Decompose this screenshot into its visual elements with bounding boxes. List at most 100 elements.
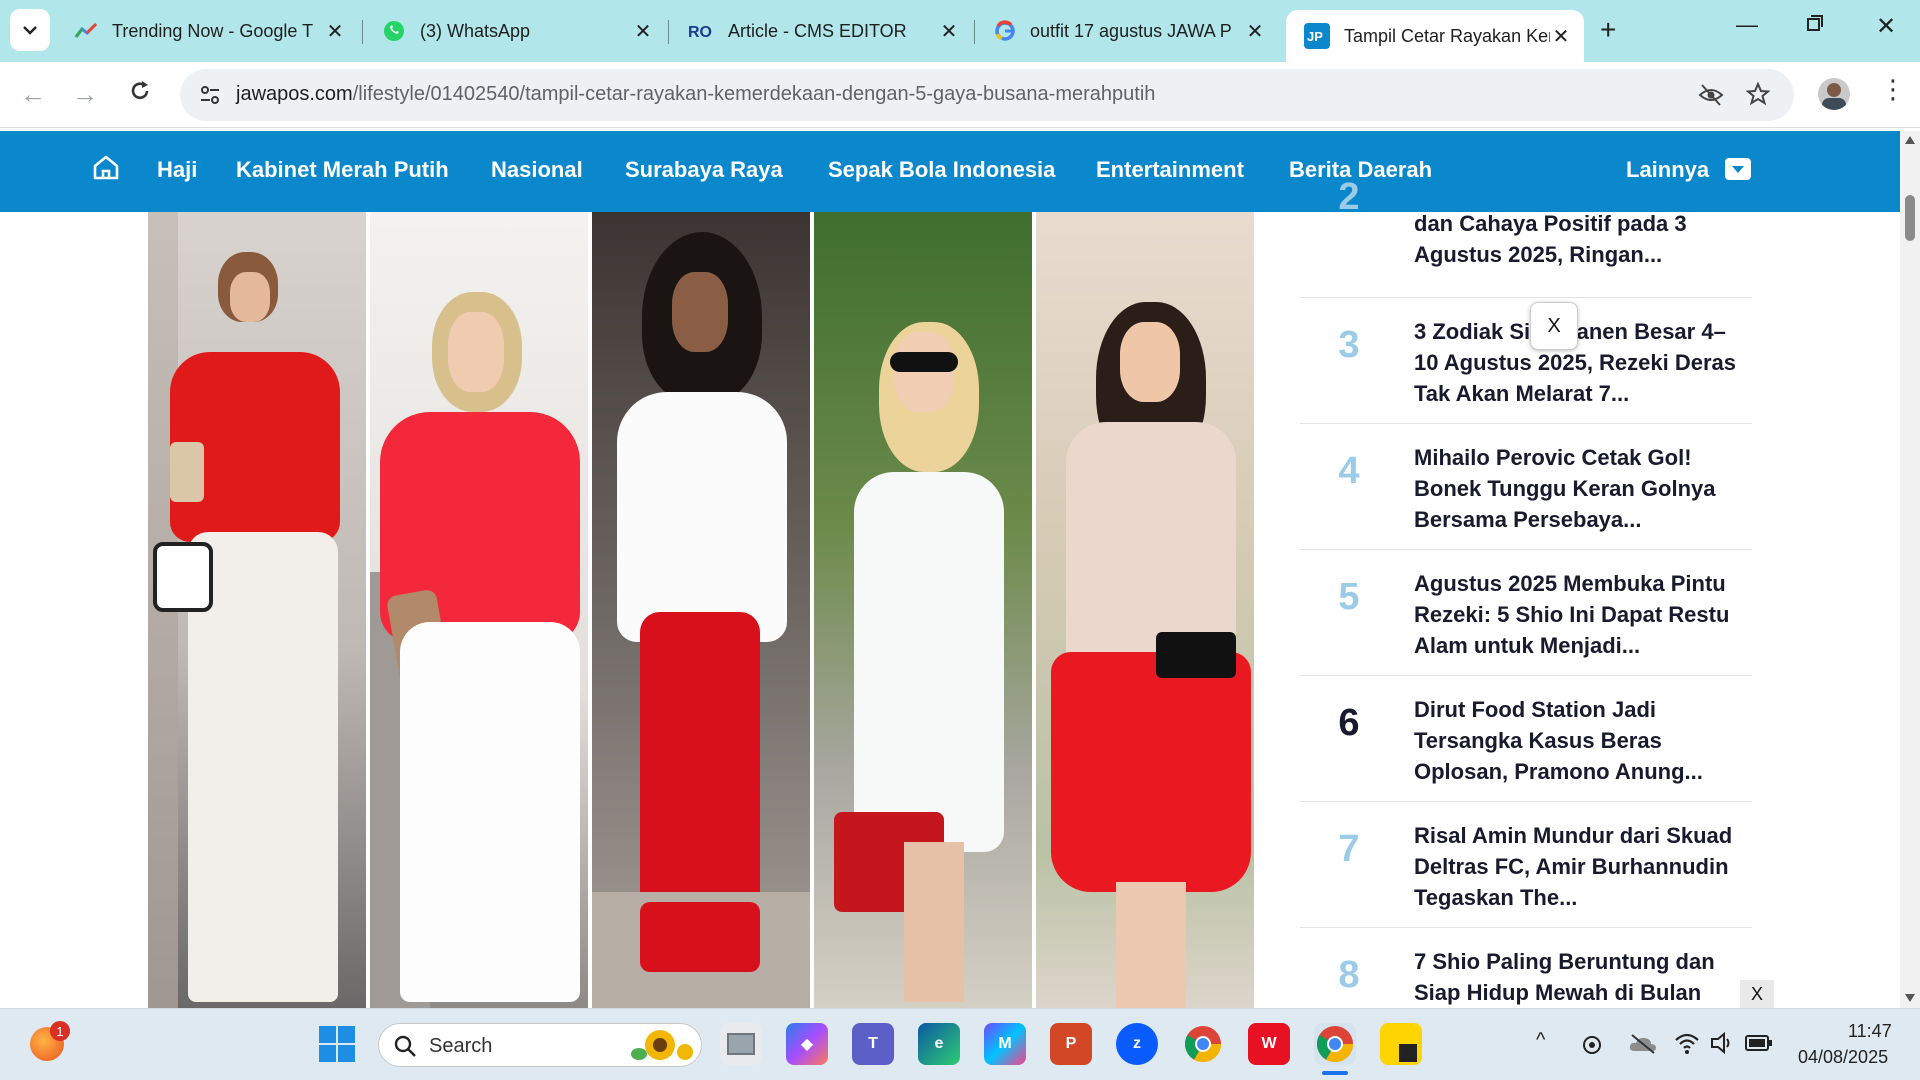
wifi-icon[interactable] [1674, 1031, 1700, 1055]
outfit-photo-2 [370, 212, 588, 1008]
copilot-icon[interactable]: ◆ [786, 1023, 828, 1065]
close-icon[interactable]: ✕ [1244, 20, 1266, 43]
nav-item-kabinet-merah-putih[interactable]: Kabinet Merah Putih [236, 157, 449, 183]
reload-icon [131, 81, 149, 100]
close-icon[interactable]: ✕ [938, 20, 960, 43]
search-icon [394, 1035, 416, 1057]
task-view-icon[interactable] [720, 1023, 762, 1065]
windows-start-button[interactable] [316, 1023, 358, 1065]
nav-item-nasional[interactable]: Nasional [491, 157, 583, 183]
caret-down-icon [1732, 166, 1744, 173]
nav-item-lainnya[interactable]: Lainnya [1626, 157, 1709, 183]
tab-strip: Trending Now - Google T ✕ (3) WhatsApp ✕… [0, 0, 1920, 62]
zoom-icon[interactable]: z [1116, 1023, 1158, 1065]
restore-button[interactable] [1806, 12, 1824, 38]
chrome-profile-icon[interactable] [1314, 1023, 1356, 1065]
trending-item-7[interactable]: 7 Risal Amin Mundur dari Skuad Deltras F… [1300, 802, 1752, 928]
notification-badge: 1 [50, 1021, 70, 1041]
search-placeholder: Search [429, 1035, 493, 1057]
nav-item-sepak-bola-indonesia[interactable]: Sepak Bola Indonesia [828, 157, 1055, 183]
trending-item-5[interactable]: 5 Agustus 2025 Membuka Pintu Rezeki: 5 S… [1300, 550, 1752, 676]
url-text: jawapos.com/lifestyle/01402540/tampil-ce… [236, 83, 1155, 106]
trending-item-3[interactable]: 3 3 Zodiak Siap Panen Besar 4–10 Agustus… [1300, 298, 1752, 424]
clock-date[interactable]: 04/08/2025 [1798, 1047, 1888, 1068]
powerpoint-icon[interactable]: P [1050, 1023, 1092, 1065]
trending-title: dan Cahaya Positif pada 3 Agustus 2025, … [1414, 211, 1687, 267]
address-bar[interactable]: jawapos.com/lifestyle/01402540/tampil-ce… [180, 69, 1794, 121]
close-icon[interactable]: ✕ [1550, 25, 1572, 48]
windows-taskbar: 1 Search ◆ T e M P z W ^ 11:47 04/08/202… [0, 1008, 1920, 1080]
tab-whatsapp[interactable]: (3) WhatsApp ✕ [364, 10, 666, 52]
tab-title: Trending Now - Google T [112, 20, 314, 41]
battery-charging-icon[interactable] [1744, 1033, 1774, 1053]
reload-button[interactable] [128, 79, 152, 110]
page-scrollbar[interactable] [1900, 131, 1920, 1008]
back-button[interactable]: ← [20, 79, 46, 110]
trending-rank: 4 [1338, 450, 1360, 492]
trending-item-6[interactable]: 6 Dirut Food Station Jadi Tersangka Kasu… [1300, 676, 1752, 802]
teams-icon[interactable]: T [852, 1023, 894, 1065]
tab-trending[interactable]: Trending Now - Google T ✕ [56, 10, 358, 52]
bottom-ad-close-button[interactable]: X [1740, 980, 1774, 1008]
tab-separator [668, 20, 669, 44]
nav-item-surabaya-raya[interactable]: Surabaya Raya [625, 157, 783, 183]
scroll-down-icon[interactable] [1904, 993, 1916, 1003]
bookmark-star-icon[interactable] [1746, 82, 1770, 106]
location-icon[interactable] [1580, 1031, 1604, 1057]
outfit-photo-4 [814, 212, 1032, 1008]
onedrive-icon[interactable] [1628, 1033, 1658, 1055]
profile-avatar[interactable] [1818, 78, 1850, 110]
site-info-icon[interactable] [198, 83, 222, 107]
tab-search-button[interactable] [10, 9, 50, 51]
tab-google-search[interactable]: outfit 17 agustus JAWA P ✕ [976, 10, 1278, 52]
close-icon[interactable]: ✕ [632, 20, 654, 43]
edge-icon[interactable]: e [918, 1023, 960, 1065]
minimize-button[interactable]: — [1736, 12, 1758, 38]
ad-close-button[interactable]: X [1530, 302, 1578, 350]
cms-icon: RO [688, 24, 712, 41]
wps-office-icon[interactable]: W [1248, 1023, 1290, 1065]
close-icon[interactable]: ✕ [324, 20, 346, 43]
windows-logo-icon [319, 1026, 355, 1062]
browser-menu-button[interactable]: ⋮ [1880, 76, 1906, 102]
trends-icon [74, 22, 98, 38]
trending-item-4[interactable]: 4 Mihailo Perovic Cetak Gol! Bonek Tungg… [1300, 424, 1752, 550]
tab-title: (3) WhatsApp [420, 20, 531, 41]
nav-item-entertainment[interactable]: Entertainment [1096, 157, 1244, 183]
home-icon[interactable] [92, 153, 120, 181]
active-app-indicator [1322, 1071, 1348, 1075]
volume-icon[interactable] [1710, 1031, 1736, 1055]
close-window-button[interactable]: ✕ [1876, 12, 1896, 41]
tab-cms-editor[interactable]: RO Article - CMS EDITOR ✕ [670, 10, 972, 52]
tab-jawapos-active[interactable]: JP Tampil Cetar Rayakan Ker ✕ [1286, 10, 1584, 62]
tab-title: outfit 17 agustus JAWA P [1030, 20, 1232, 41]
chevron-up-icon[interactable]: ^ [1536, 1029, 1545, 1052]
scrollbar-thumb[interactable] [1905, 195, 1915, 241]
trending-title: Mihailo Perovic Cetak Gol! Bonek Tunggu … [1414, 445, 1716, 532]
chrome-icon[interactable] [1182, 1023, 1224, 1065]
browser-toolbar: ← → jawapos.com/lifestyle/01402540/tampi… [0, 62, 1920, 128]
new-tab-button[interactable]: + [1600, 14, 1616, 46]
trending-rank: 2 [1338, 176, 1360, 218]
eye-slash-icon[interactable] [1698, 83, 1724, 107]
ad-close-label: X [1547, 314, 1561, 337]
more-dropdown-button[interactable] [1725, 158, 1751, 180]
clock-time[interactable]: 11:47 [1848, 1021, 1892, 1042]
trending-rank: 5 [1338, 576, 1360, 618]
url-path: /lifestyle/01402540/tampil-cetar-rayakan… [352, 83, 1156, 105]
trending-rank: 3 [1338, 324, 1360, 366]
tab-separator [362, 20, 363, 44]
microsoft-365-icon[interactable]: M [984, 1023, 1026, 1065]
nav-item-haji[interactable]: Haji [157, 157, 197, 183]
chrome-logo-icon [1184, 1026, 1221, 1063]
trending-title: Agustus 2025 Membuka Pintu Rezeki: 5 Shi… [1414, 571, 1730, 658]
bottom-ad-close-label: X [1750, 983, 1763, 1004]
taskbar-search[interactable]: Search [378, 1023, 702, 1067]
trending-title: 3 Zodiak Siap Panen Besar 4–10 Agustus 2… [1414, 319, 1737, 406]
sticky-notes-icon[interactable] [1380, 1023, 1422, 1065]
scroll-up-icon[interactable] [1904, 135, 1916, 145]
whatsapp-icon [384, 21, 404, 41]
chevron-down-icon [23, 26, 37, 35]
forward-button[interactable]: → [72, 79, 98, 110]
trending-item-2[interactable]: 2 dan Cahaya Positif pada 3 Agustus 2025… [1300, 176, 1752, 298]
